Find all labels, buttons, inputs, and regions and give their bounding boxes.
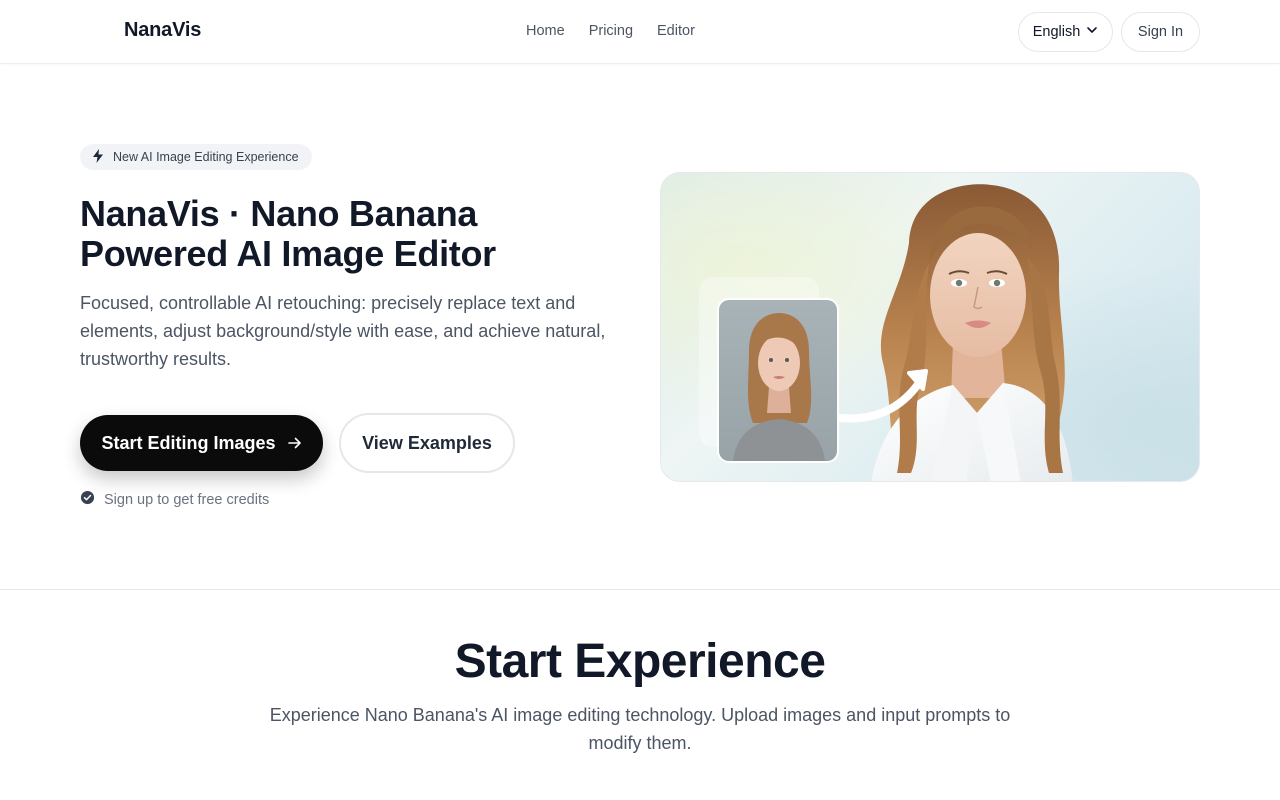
section-divider <box>0 589 1280 590</box>
before-after-illustration <box>661 173 1199 481</box>
hero-title-line2: Powered AI Image Editor <box>80 233 496 274</box>
start-editing-label: Start Editing Images <box>101 432 276 453</box>
nav-editor[interactable]: Editor <box>657 23 695 39</box>
logo[interactable]: NanaVis <box>124 19 201 42</box>
announcement-badge: New AI Image Editing Experience <box>80 144 312 170</box>
check-circle-icon <box>80 490 95 509</box>
sign-in-button[interactable]: Sign In <box>1121 12 1200 52</box>
chevron-down-icon <box>1086 24 1098 40</box>
free-credits-text: Sign up to get free credits <box>104 491 270 508</box>
hero-title-line1: NanaVis · Nano Banana <box>80 193 478 234</box>
nav-pricing[interactable]: Pricing <box>589 23 633 39</box>
lightning-icon <box>92 148 104 166</box>
hero-before-after-image <box>660 172 1200 482</box>
badge-text: New AI Image Editing Experience <box>113 150 299 164</box>
site-header: NanaVis Home Pricing Editor English Sign… <box>0 0 1280 64</box>
language-label: English <box>1032 24 1081 40</box>
view-examples-button[interactable]: View Examples <box>339 413 515 473</box>
language-select[interactable]: English <box>1018 12 1113 52</box>
nav-home[interactable]: Home <box>526 23 565 39</box>
section-description: Experience Nano Banana's AI image editin… <box>269 705 1011 753</box>
hero-description: Focused, controllable AI retouching: pre… <box>80 293 606 369</box>
section-title: Start Experience <box>454 635 826 688</box>
arrow-right-icon <box>287 433 302 454</box>
start-editing-button[interactable]: Start Editing Images <box>80 415 323 471</box>
free-credits-note: Sign up to get free credits <box>80 490 269 509</box>
main-nav: Home Pricing Editor <box>526 23 695 39</box>
hero-title: NanaVis · Nano Banana Powered AI Image E… <box>80 194 640 274</box>
